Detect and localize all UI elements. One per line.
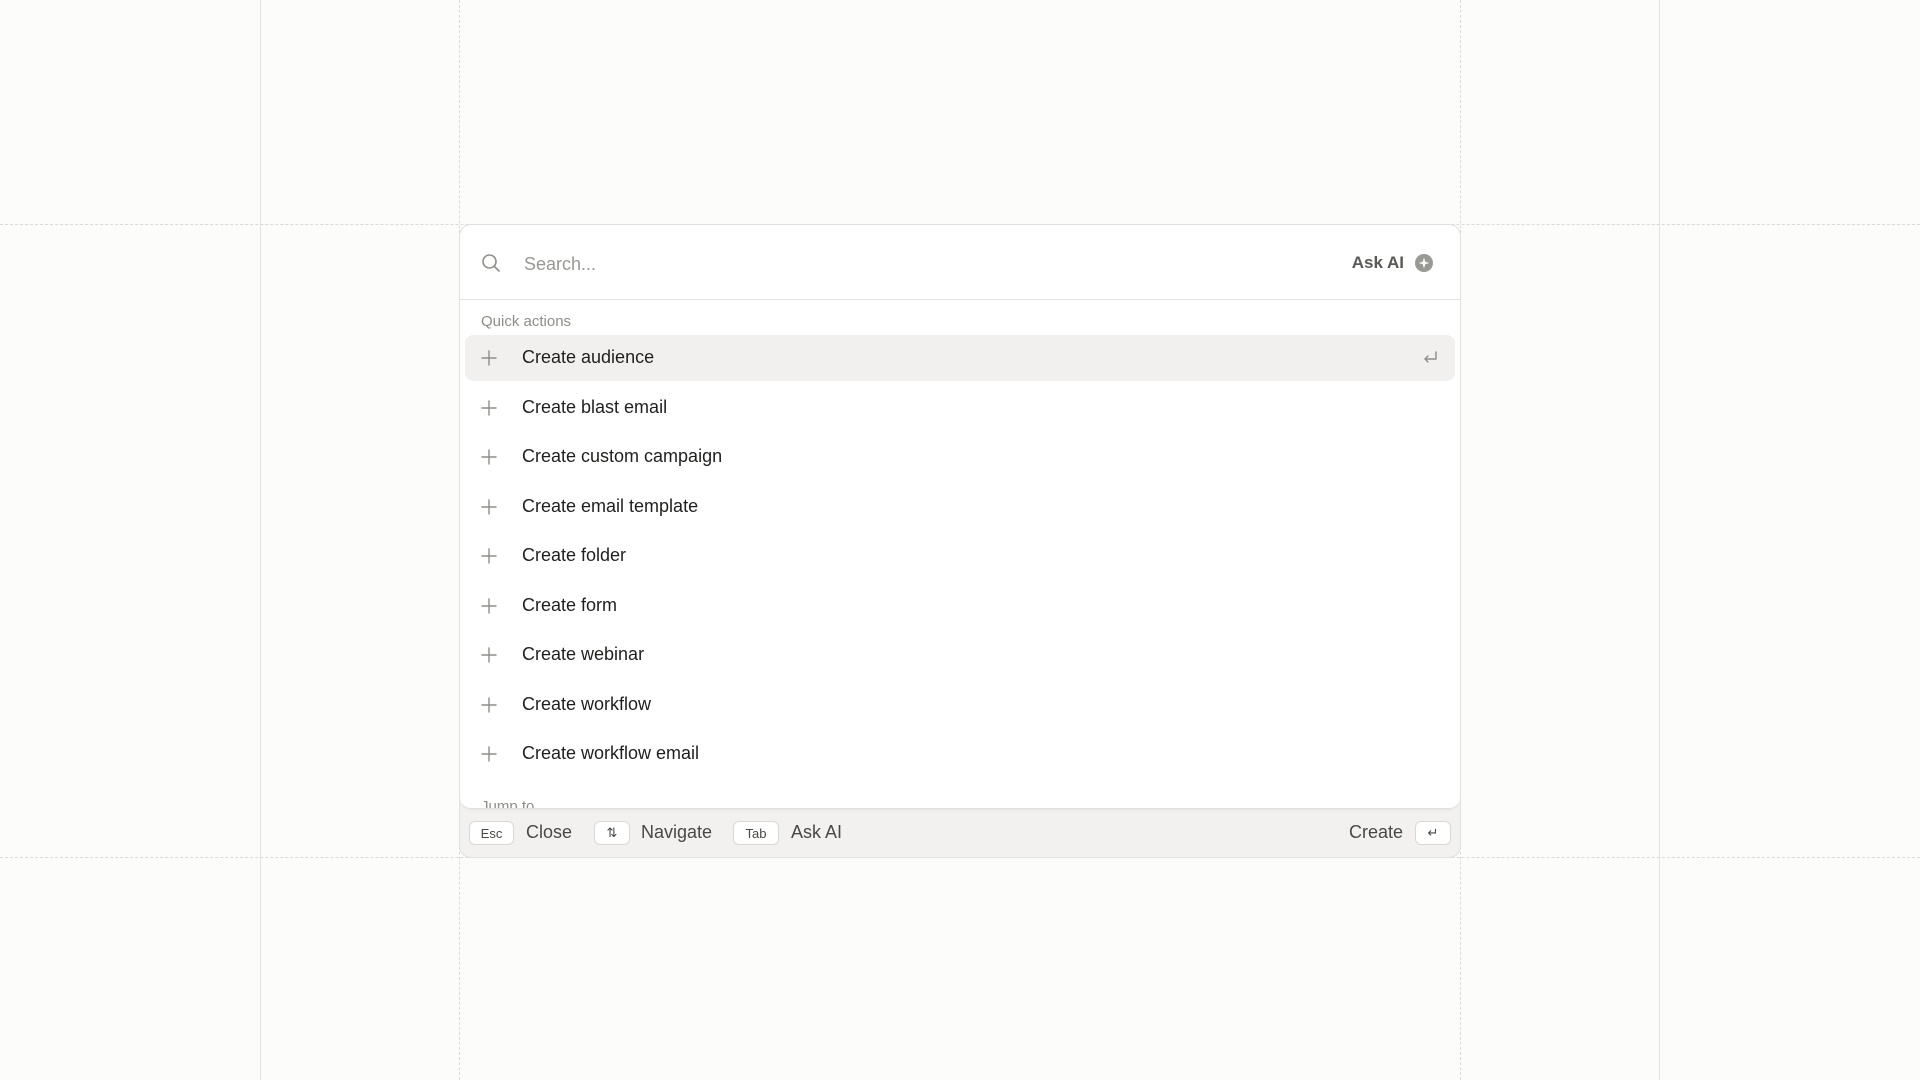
- command-palette: Ask AI Quick actions Create audience Crea…: [459, 224, 1461, 858]
- sparkle-icon: [1415, 254, 1433, 272]
- plus-icon: [481, 647, 497, 663]
- plus-icon: [481, 697, 497, 713]
- command-palette-body: Ask AI Quick actions Create audience Crea…: [460, 225, 1460, 809]
- quick-action-item[interactable]: Create folder: [465, 533, 1455, 579]
- quick-action-item[interactable]: Create workflow email: [465, 731, 1455, 777]
- navigate-key: ⇅: [594, 821, 630, 845]
- quick-action-label: Create folder: [522, 545, 627, 565]
- close-hint[interactable]: Close: [526, 822, 572, 843]
- quick-action-item[interactable]: Create blast email: [465, 385, 1455, 431]
- search-bar: Ask AI: [460, 225, 1460, 300]
- ask-ai-label: Ask AI: [1351, 253, 1404, 272]
- plus-icon: [481, 746, 497, 762]
- plus-icon: [481, 598, 497, 614]
- quick-action-label: Create email template: [522, 496, 699, 516]
- plus-icon: [481, 400, 497, 416]
- esc-key: Esc: [469, 821, 514, 845]
- quick-action-label: Create custom campaign: [522, 446, 723, 466]
- ask-ai-button[interactable]: Ask AI: [1352, 249, 1434, 277]
- quick-action-label: Create audience: [522, 347, 655, 367]
- create-hint[interactable]: Create: [1349, 822, 1403, 843]
- quick-action-item[interactable]: Create audience: [465, 335, 1455, 381]
- plus-icon: [481, 449, 497, 465]
- plus-icon: [481, 548, 497, 564]
- quick-action-label: Create workflow: [522, 694, 652, 714]
- quick-action-label: Create webinar: [522, 644, 645, 664]
- grid-line: [1659, 0, 1660, 1080]
- grid-line: [260, 0, 261, 1080]
- quick-action-item[interactable]: Create form: [465, 583, 1455, 629]
- search-input[interactable]: [522, 247, 1306, 281]
- quick-action-item[interactable]: Create email template: [465, 484, 1455, 530]
- quick-action-label: Create form: [522, 595, 618, 615]
- quick-action-label: Create blast email: [522, 397, 668, 417]
- plus-icon: [481, 350, 497, 366]
- quick-action-label: Create workflow email: [522, 743, 700, 763]
- quick-action-item[interactable]: Create webinar: [465, 632, 1455, 678]
- keyboard-hints-footer: Esc Close ⇅ Navigate Tab Ask AI Create ↵: [460, 808, 1460, 857]
- enter-icon: [1424, 351, 1437, 363]
- ask-ai-hint[interactable]: Ask AI: [791, 822, 842, 843]
- navigate-hint: Navigate: [641, 822, 713, 842]
- plus-icon: [481, 499, 497, 515]
- tab-key: Tab: [733, 821, 779, 845]
- quick-action-item[interactable]: Create workflow: [465, 682, 1455, 728]
- section-label-quick-actions: Quick actions: [481, 313, 572, 330]
- enter-key: ↵: [1415, 821, 1451, 845]
- search-icon: [482, 254, 500, 272]
- quick-action-item[interactable]: Create custom campaign: [465, 434, 1455, 480]
